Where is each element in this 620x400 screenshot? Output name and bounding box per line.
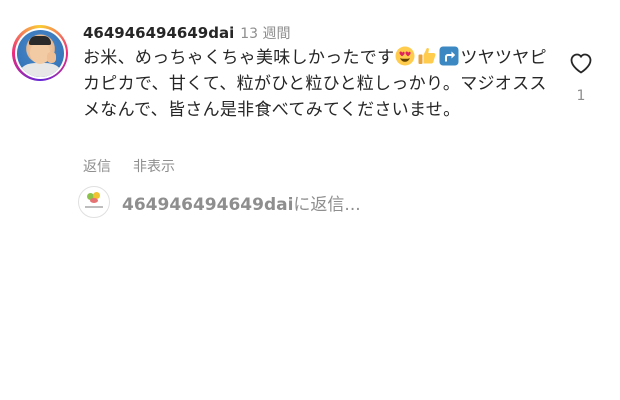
reply-input-row[interactable]: 464946494649daiに返信... <box>78 184 361 220</box>
comment-header: 464946494649dai 13 週間 <box>83 23 291 43</box>
reply-target-user: 464946494649dai <box>122 194 294 215</box>
comment-page: 464946494649dai 13 週間 お米、めっちゃくちゃ美味しかったですツ… <box>0 0 620 400</box>
heart-outline-icon[interactable] <box>569 52 593 74</box>
comment-actions: 返信 非表示 <box>83 156 197 176</box>
avatar-image <box>16 29 64 77</box>
comment-text: お米、めっちゃくちゃ美味しかったです ツヤツヤピカピカで、甘くて、粒がひと粒ひと粒… <box>83 45 553 123</box>
comment-username[interactable]: 464946494649dai <box>83 24 234 42</box>
avatar[interactable] <box>12 25 68 81</box>
current-user-avatar <box>78 186 110 218</box>
hide-button[interactable]: 非表示 <box>133 159 175 175</box>
heart-eyes-emoji <box>395 46 415 66</box>
like-count: 1 <box>576 88 586 104</box>
comment-text-part1: お米、めっちゃくちゃ美味しかったです <box>83 48 395 68</box>
reply-placeholder-suffix: に返信... <box>293 194 361 215</box>
reply-button[interactable]: 返信 <box>83 159 111 175</box>
comment-timestamp: 13 週間 <box>240 26 291 42</box>
thumbs-up-emoji <box>418 47 436 64</box>
like-control: 1 <box>566 52 596 104</box>
reply-input[interactable]: 464946494649daiに返信... <box>122 190 361 215</box>
up-arrow-emoji <box>439 46 459 66</box>
